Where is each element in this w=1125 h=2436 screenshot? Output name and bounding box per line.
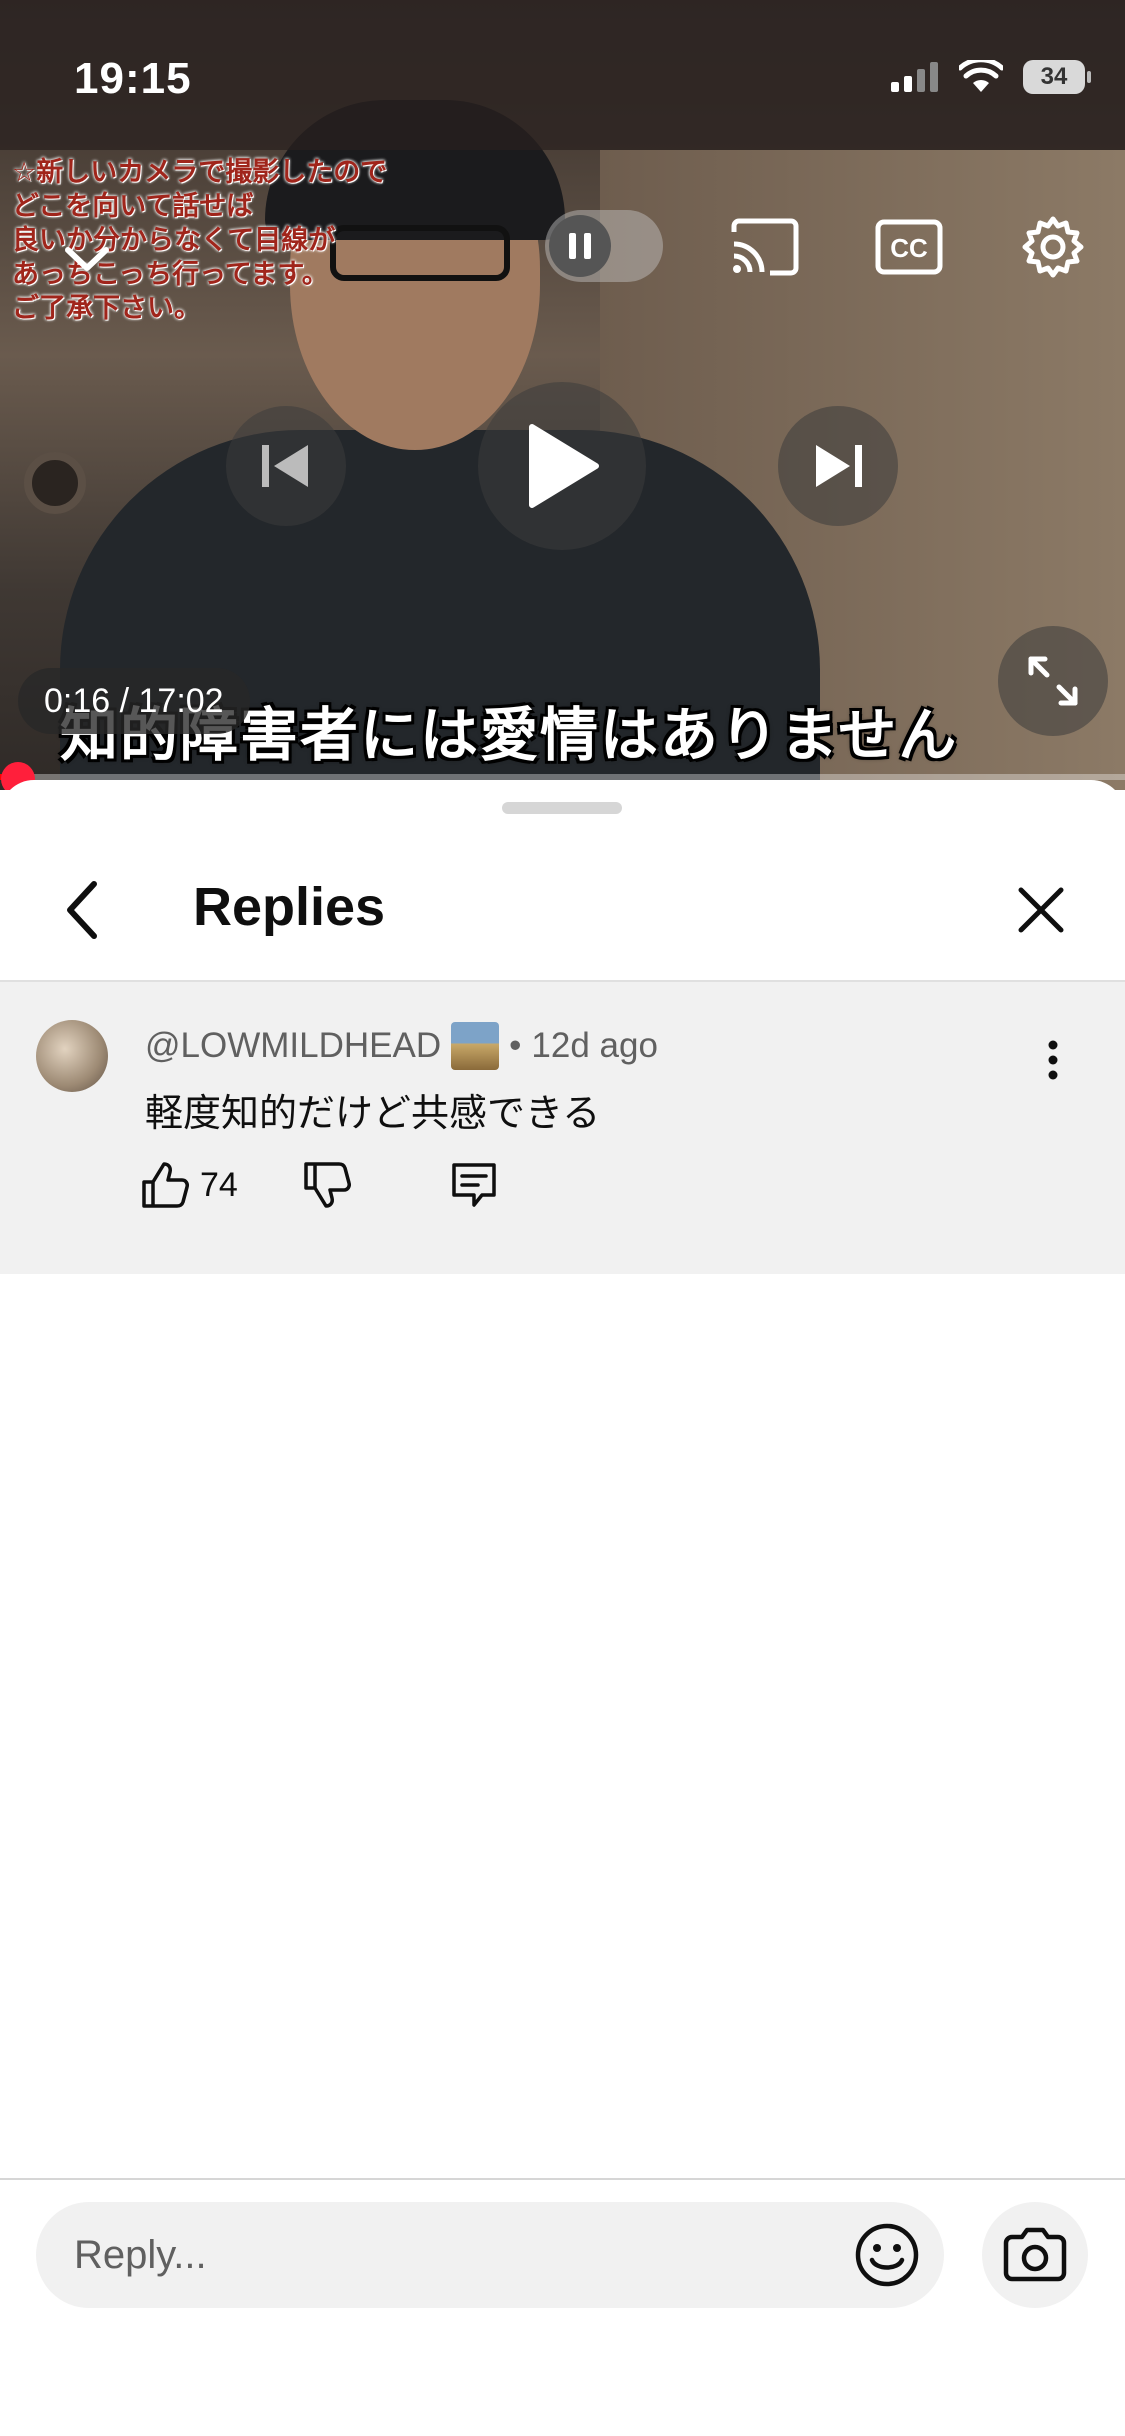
gear-icon bbox=[1022, 216, 1084, 278]
settings-button[interactable] bbox=[1016, 210, 1090, 284]
reply-input-container[interactable] bbox=[36, 2202, 944, 2308]
thumbs-up-icon bbox=[142, 1162, 189, 1208]
meta-separator: • bbox=[509, 1026, 522, 1065]
play-button[interactable] bbox=[478, 382, 646, 550]
replies-sheet: Replies @LOWMILDHEAD • 12d ago 軽度知的だけど共感… bbox=[0, 780, 1125, 2436]
status-icons: 34 bbox=[891, 60, 1091, 94]
close-icon bbox=[1018, 887, 1064, 933]
drag-handle[interactable] bbox=[502, 802, 622, 814]
more-vertical-icon bbox=[1048, 1040, 1058, 1080]
comment-age: 12d ago bbox=[531, 1026, 658, 1065]
comment-more-button[interactable] bbox=[1030, 1030, 1076, 1090]
reply-bar-divider bbox=[0, 2178, 1125, 2180]
video-background-object bbox=[24, 452, 86, 514]
time-display: 0:16 / 17:02 bbox=[18, 668, 250, 734]
svg-text:CC: CC bbox=[890, 233, 928, 263]
emoji-button[interactable] bbox=[848, 2216, 926, 2294]
cc-icon: CC bbox=[875, 219, 943, 275]
comment-item: @LOWMILDHEAD • 12d ago 軽度知的だけど共感できる 74 bbox=[0, 982, 1125, 1274]
like-count: 74 bbox=[200, 1165, 238, 1204]
status-bar: 19:15 34 bbox=[0, 0, 1125, 150]
camera-icon bbox=[1003, 2227, 1067, 2282]
status-time: 19:15 bbox=[74, 54, 192, 103]
comment-icon bbox=[452, 1163, 496, 1207]
emoji-icon bbox=[855, 2223, 919, 2287]
play-icon bbox=[529, 424, 599, 508]
back-button[interactable] bbox=[50, 868, 114, 952]
autoplay-toggle[interactable] bbox=[545, 210, 663, 282]
fullscreen-icon bbox=[1028, 656, 1078, 706]
video-player[interactable]: 19:15 34 ☆新しいカメラで撮影したので どこを向いて話せば 良いか分から… bbox=[0, 0, 1125, 790]
comment-author[interactable]: @LOWMILDHEAD bbox=[145, 1026, 441, 1066]
skip-previous-icon bbox=[262, 445, 308, 487]
battery-icon: 34 bbox=[1023, 60, 1091, 94]
skip-next-icon bbox=[816, 445, 862, 487]
replies-header: Replies bbox=[0, 840, 1125, 980]
replies-title: Replies bbox=[193, 877, 386, 937]
avatar[interactable] bbox=[36, 1020, 108, 1092]
back-arrow-icon bbox=[67, 881, 97, 939]
captions-button[interactable]: CC bbox=[872, 210, 946, 284]
cast-icon bbox=[731, 218, 799, 276]
thumbs-down-icon bbox=[304, 1162, 351, 1208]
pause-icon bbox=[549, 215, 611, 277]
comment-meta: @LOWMILDHEAD • 12d ago bbox=[145, 1022, 658, 1070]
like-button[interactable]: 74 bbox=[140, 1160, 238, 1210]
camera-button[interactable] bbox=[982, 2202, 1088, 2308]
reply-input[interactable] bbox=[72, 2231, 836, 2279]
chevron-down-icon bbox=[65, 247, 109, 271]
wifi-icon bbox=[959, 60, 1003, 92]
reply-button[interactable] bbox=[448, 1159, 500, 1211]
comment-text: 軽度知的だけど共感できる bbox=[145, 1091, 601, 1135]
cellular-signal-icon bbox=[891, 62, 938, 92]
dislike-button[interactable] bbox=[302, 1160, 352, 1210]
collapse-button[interactable] bbox=[50, 222, 124, 296]
fullscreen-button[interactable] bbox=[998, 626, 1108, 736]
close-button[interactable] bbox=[1005, 868, 1077, 952]
comment-actions: 74 bbox=[140, 1150, 500, 1220]
previous-video-button[interactable] bbox=[226, 406, 346, 526]
cast-button[interactable] bbox=[728, 210, 802, 284]
next-video-button[interactable] bbox=[778, 406, 898, 526]
author-badge-image bbox=[451, 1022, 500, 1070]
